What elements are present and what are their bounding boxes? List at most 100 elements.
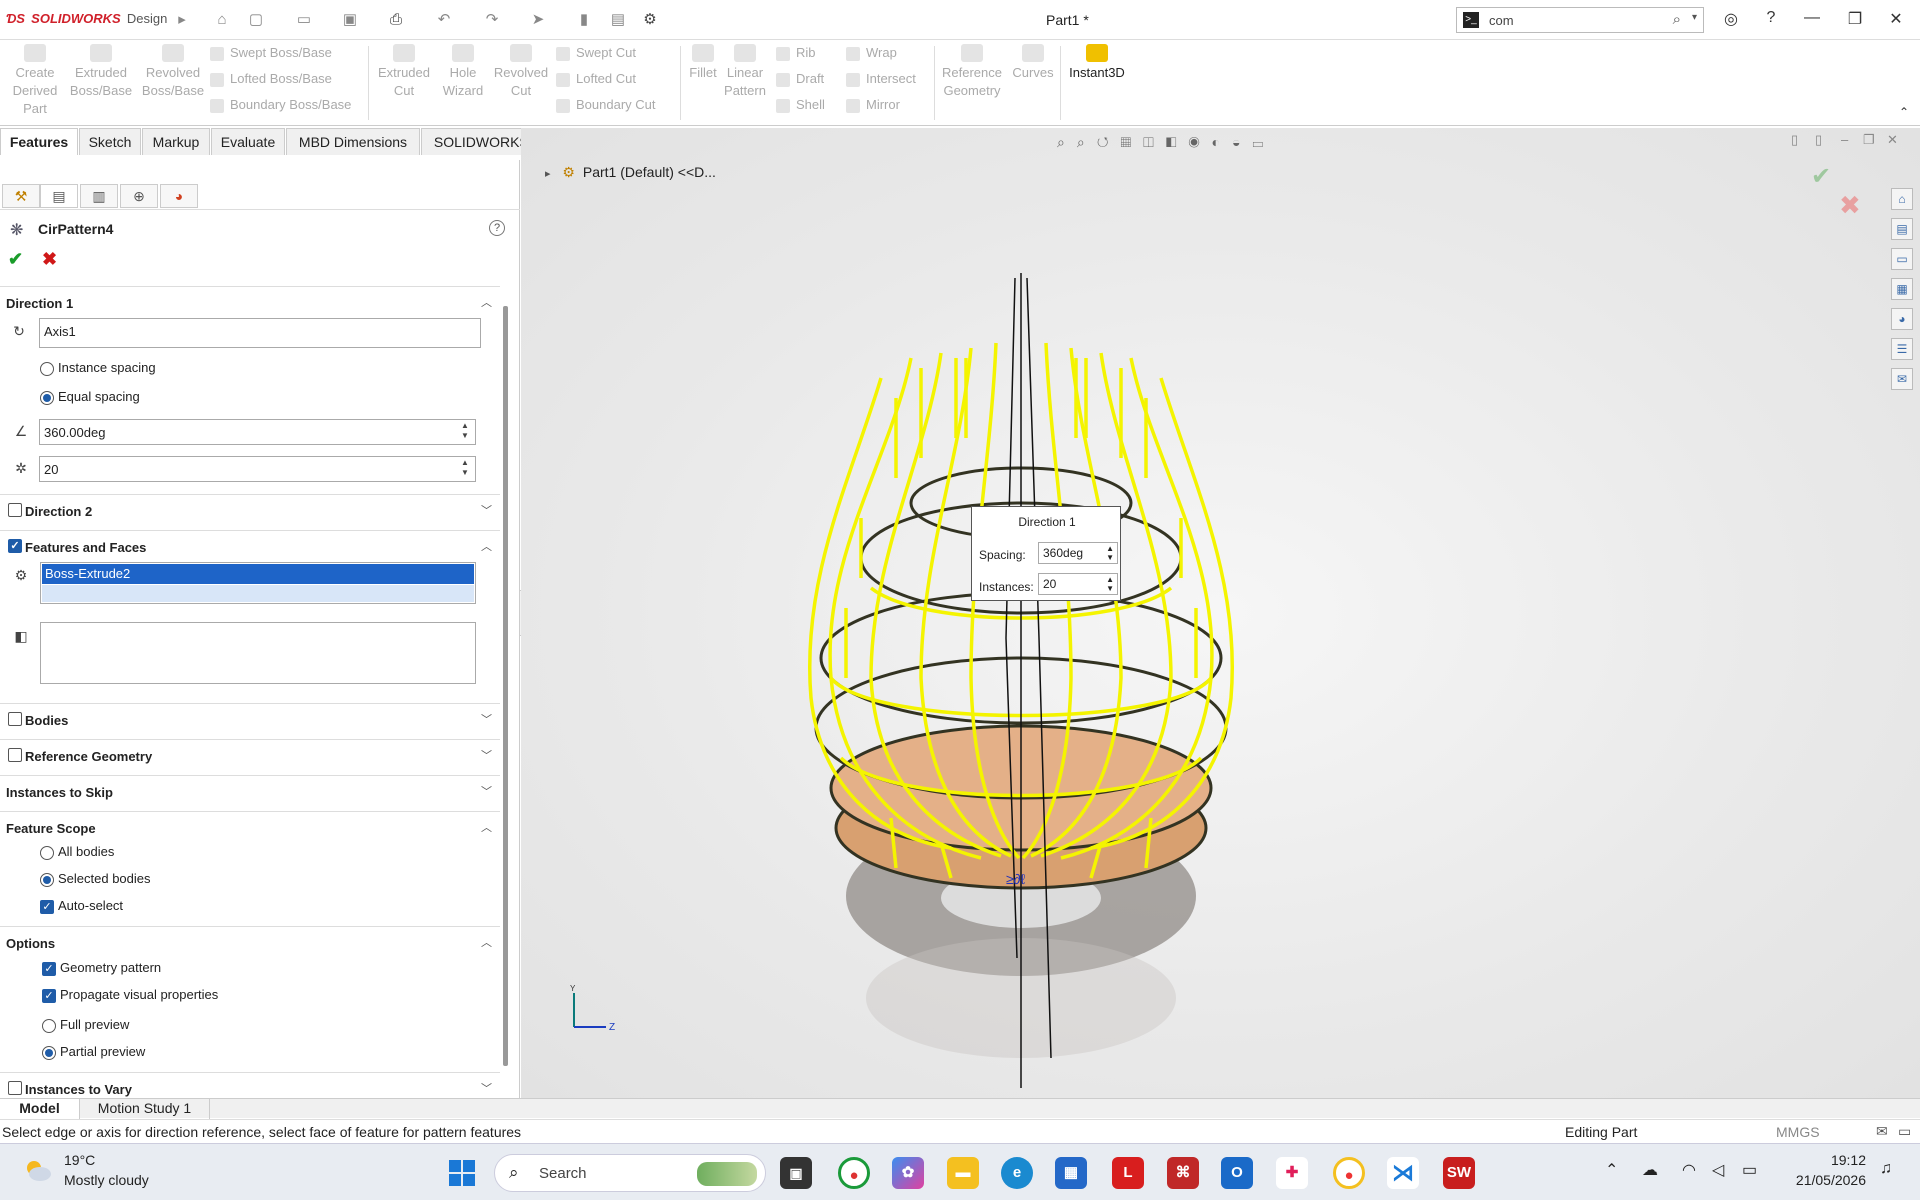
slack-icon[interactable]: ✚ (1276, 1157, 1308, 1189)
undo-icon[interactable]: ↶ (434, 10, 454, 30)
user-account-icon[interactable]: ◎ (1716, 9, 1746, 29)
auto-select-option[interactable]: ✓ Auto-select (40, 898, 123, 914)
taskbar-search[interactable]: ⌕ Search (494, 1154, 766, 1192)
property-manager-icon[interactable]: ▤ (40, 184, 78, 208)
home-icon[interactable]: ⌂ (212, 10, 232, 30)
shell-button[interactable]: Shell (776, 97, 825, 113)
boundary-cut-button[interactable]: Boundary Cut (556, 97, 656, 113)
help-icon[interactable]: ? (489, 220, 505, 236)
reference-geometry-header[interactable]: Reference Geometry ﹀ (0, 739, 500, 769)
clock-time[interactable]: 19:12 (1786, 1152, 1866, 1168)
full-preview-radio[interactable] (42, 1018, 56, 1033)
equal-spacing-option[interactable]: Equal spacing (40, 389, 140, 405)
copilot-icon[interactable]: ✿ (892, 1157, 924, 1189)
tab-features[interactable]: Features (0, 128, 78, 155)
angle-input[interactable]: 360.00deg ▲ ▼ (39, 419, 476, 445)
tab-sketch[interactable]: Sketch (79, 128, 141, 155)
callout-spacing-input[interactable]: 360deg ▲ ▼ (1038, 542, 1118, 564)
display-style-icon[interactable]: ◧ (1166, 134, 1189, 150)
vscode-icon[interactable]: ⋊ (1387, 1157, 1419, 1189)
ok-check-icon[interactable]: ✔ (8, 249, 23, 270)
edge-icon[interactable]: e (1001, 1157, 1033, 1189)
weather-temperature[interactable]: 19°C (64, 1152, 95, 1168)
expand-chevron-icon[interactable]: ﹀ (481, 502, 492, 518)
callout-instances-input[interactable]: 20 ▲ ▼ (1038, 573, 1118, 595)
previous-view-icon[interactable]: ↺ (1097, 134, 1121, 150)
swept-boss-button[interactable]: Swept Boss/Base (210, 45, 332, 61)
minimize-icon[interactable]: — (1797, 9, 1827, 27)
show-hidden-icons[interactable]: ⌃ (1605, 1160, 1618, 1180)
angle-spinner[interactable]: ▲ ▼ (457, 421, 473, 443)
instances-to-vary-checkbox[interactable] (8, 1081, 22, 1095)
graphics-area[interactable]: ▸ ⚙ Part1 (Default) <<D... ⌕⌕↺▦◫◧◉◐◒▭ ▯ … (521, 128, 1920, 1098)
hole-wizard-button[interactable]: Hole Wizard (440, 44, 486, 100)
reference-geometry-checkbox[interactable] (8, 748, 22, 762)
outlook-icon[interactable]: O (1221, 1157, 1253, 1189)
print-icon[interactable]: ⎙ (386, 10, 406, 30)
store-icon[interactable]: ▦ (1055, 1157, 1087, 1189)
swept-cut-button[interactable]: Swept Cut (556, 45, 636, 61)
features-faces-checkbox[interactable]: ✓ (8, 539, 22, 553)
linear-pattern-button[interactable]: Linear Pattern (722, 44, 768, 100)
wifi-icon[interactable]: ◠ (1682, 1160, 1696, 1180)
expand-chevron-icon[interactable]: ﹀ (481, 1080, 492, 1096)
view-palette-icon[interactable]: ▦ (1891, 278, 1913, 300)
bodies-checkbox[interactable] (8, 712, 22, 726)
heads-up-view-toolbar[interactable]: ⌕⌕↺▦◫◧◉◐◒▭ (1057, 134, 1275, 151)
selected-feature-item[interactable]: Boss-Extrude2 (42, 564, 474, 584)
equal-spacing-radio[interactable] (40, 390, 54, 405)
confirm-corner-check-icon[interactable]: ✔ (1811, 162, 1831, 191)
design-library-icon[interactable]: ▤ (1891, 218, 1913, 240)
selected-bodies-option[interactable]: Selected bodies (40, 871, 151, 887)
cancel-x-icon[interactable]: ✖ (42, 249, 57, 270)
viewport-layout-icon[interactable]: ▯ (1791, 132, 1798, 148)
full-preview-option[interactable]: Full preview (42, 1017, 129, 1033)
help-icon[interactable]: ? (1756, 9, 1786, 27)
geometry-pattern-option[interactable]: ✓ Geometry pattern (42, 960, 161, 976)
collapse-chevron-icon[interactable]: ︿ (481, 934, 492, 950)
lofted-boss-button[interactable]: Lofted Boss/Base (210, 71, 332, 87)
direction2-checkbox[interactable] (8, 503, 22, 517)
rib-button[interactable]: Rib (776, 45, 816, 61)
feature-manager-icon[interactable]: ⚒ (2, 184, 40, 208)
close-icon[interactable]: ✕ (1881, 9, 1911, 29)
collapse-chevron-icon[interactable]: ︿ (481, 538, 492, 554)
chrome-profile-icon[interactable]: ● (1333, 1157, 1365, 1189)
configuration-manager-icon[interactable]: ▥ (80, 184, 118, 208)
custom-properties-icon[interactable]: ☰ (1891, 338, 1913, 360)
solidworks-logo[interactable]: ƊS SOLIDWORKS Design (4, 10, 167, 27)
selected-bodies-radio[interactable] (40, 872, 54, 887)
command-search-box[interactable]: >_ com ⌕ ▾ (1456, 7, 1704, 33)
partial-preview-option[interactable]: Partial preview (42, 1044, 145, 1060)
view-orientation-icon[interactable]: ◫ (1143, 134, 1166, 150)
collapse-chevron-icon[interactable]: ︿ (481, 819, 492, 835)
partial-preview-radio[interactable] (42, 1045, 56, 1060)
callout-spacing-spinner[interactable]: ▲ ▼ (1106, 544, 1114, 562)
search-input[interactable]: com (1489, 13, 1514, 28)
search-dropdown-icon[interactable]: ▾ (1692, 12, 1697, 23)
appearances-icon[interactable]: ◕ (1891, 308, 1913, 330)
features-to-pattern-list[interactable]: Boss-Extrude2 (40, 562, 476, 604)
propagate-visual-option[interactable]: ✓ Propagate visual properties (42, 987, 218, 1003)
restore-icon[interactable]: ❐ (1840, 9, 1870, 29)
reference-geometry-button[interactable]: Reference Geometry (938, 44, 1006, 100)
instances-to-vary-header[interactable]: Instances to Vary ﹀ (0, 1072, 500, 1097)
edit-appearance-icon[interactable]: ◐ (1212, 134, 1232, 150)
windows-start-icon[interactable] (448, 1159, 476, 1187)
acrobat-icon[interactable]: ⌘ (1167, 1157, 1199, 1189)
tab-mbd-dimensions[interactable]: MBD Dimensions (286, 128, 420, 155)
extruded-cut-button[interactable]: Extruded Cut (372, 44, 436, 100)
confirm-corner-cancel-icon[interactable]: ✖ (1839, 190, 1861, 221)
features-faces-header[interactable]: ✓ Features and Faces ︿ (0, 530, 500, 560)
dimxpert-manager-icon[interactable]: ⊕ (120, 184, 158, 208)
collapse-chevron-icon[interactable]: ︿ (481, 294, 492, 310)
forum-icon[interactable]: ✉ (1891, 368, 1913, 390)
expand-chevron-icon[interactable]: ﹀ (481, 783, 492, 799)
geometry-pattern-checkbox[interactable]: ✓ (42, 961, 56, 976)
revolved-boss-button[interactable]: Revolved Boss/Base (140, 44, 206, 100)
direction2-header[interactable]: Direction 2 ﹀ (0, 494, 500, 524)
rebuild-icon[interactable]: ▮ (574, 10, 594, 30)
create-derived-part-button[interactable]: Create Derived Part (8, 44, 62, 118)
apply-scene-icon[interactable]: ◒ (1232, 134, 1252, 150)
pattern-axis-field[interactable]: Axis1 (39, 318, 481, 348)
